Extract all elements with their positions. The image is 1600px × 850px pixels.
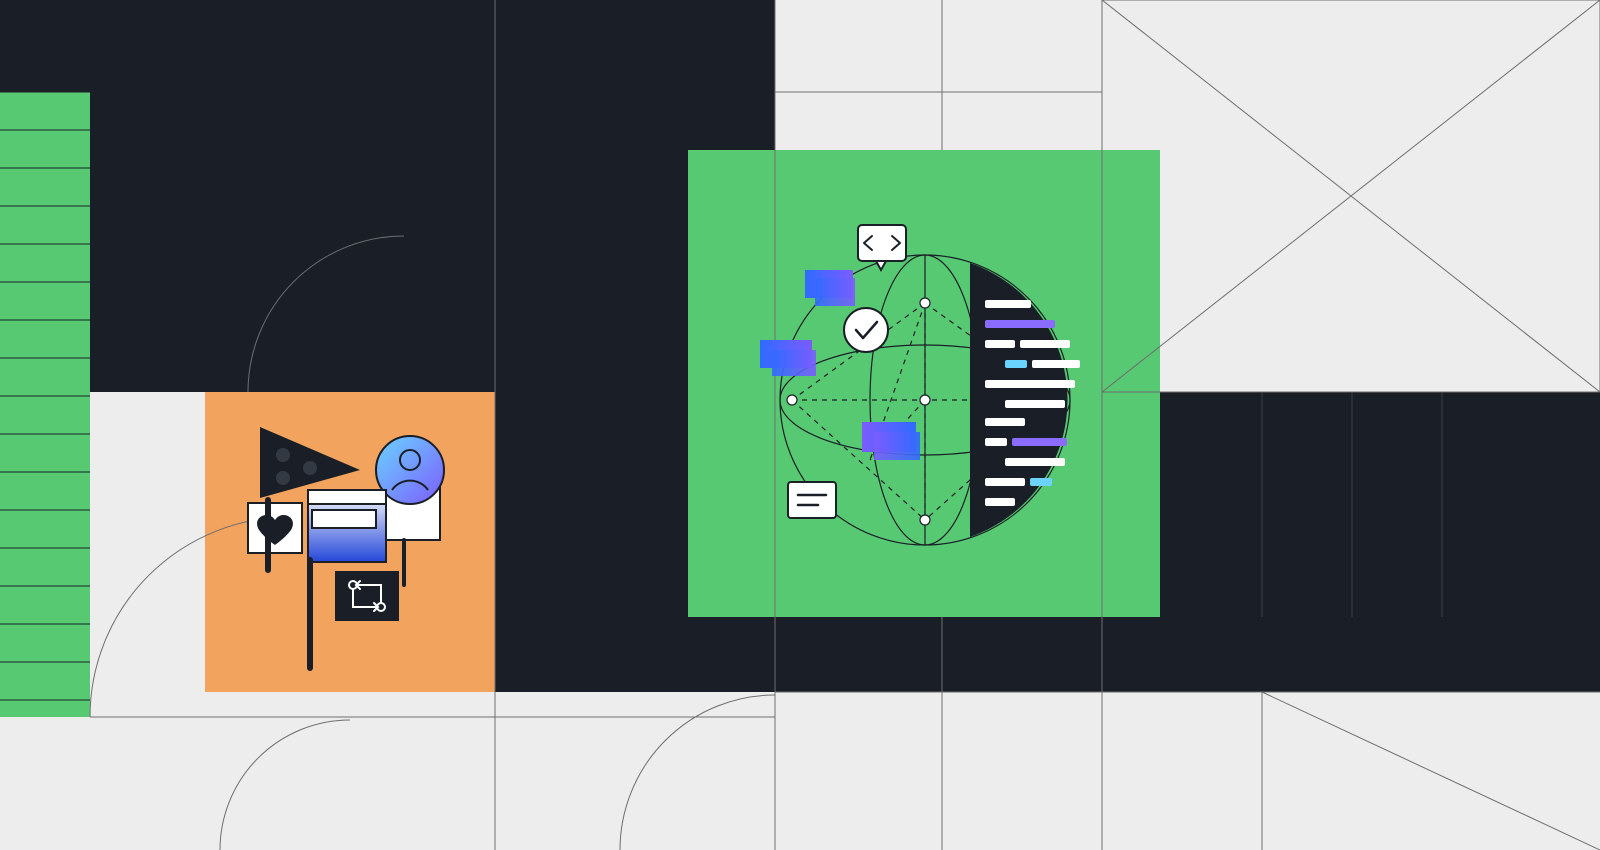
green-sidebar	[0, 92, 90, 717]
composition-svg	[0, 0, 1600, 850]
text-lines-icon	[788, 482, 836, 518]
window-card-icon	[308, 490, 386, 562]
check-icon	[844, 308, 888, 352]
heart-card-icon	[248, 503, 302, 553]
green-panel	[688, 150, 1160, 617]
git-compare-icon	[335, 571, 399, 621]
